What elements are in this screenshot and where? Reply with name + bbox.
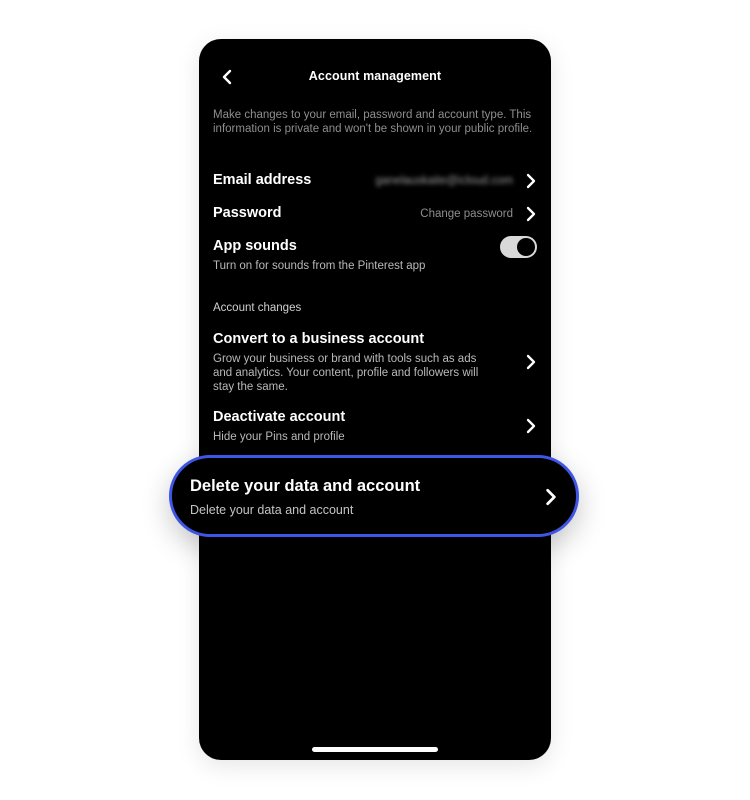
app-sounds-toggle[interactable] [500,236,537,258]
screen: Account management Make changes to your … [0,0,750,800]
convert-business-description: Grow your business or brand with tools s… [213,353,479,393]
change-password-link: Change password [420,208,513,220]
home-indicator [312,747,438,752]
chevron-right-icon [526,354,536,370]
navigation-bar: Account management [199,39,551,115]
chevron-right-icon [526,206,536,222]
convert-business-row[interactable]: Convert to a business account Grow your … [199,329,551,397]
convert-business-label: Convert to a business account [213,331,425,347]
delete-data-account-label: Delete your data and account [190,477,421,495]
email-address-value: ganelauskaite@icloud.com [375,175,513,187]
password-row[interactable]: Password Change password [199,202,551,226]
chevron-right-icon [526,173,536,189]
email-address-label: Email address [213,172,312,188]
delete-data-account-description: Delete your data and account [190,503,354,517]
deactivate-account-label: Deactivate account [213,409,346,425]
chevron-right-icon [546,488,556,506]
account-changes-heading: Account changes [213,302,302,314]
intro-text: Make changes to your email, password and… [213,109,533,135]
deactivate-account-row[interactable]: Deactivate account Hide your Pins and pr… [199,407,551,449]
app-sounds-description: Turn on for sounds from the Pinterest ap… [213,260,426,272]
chevron-right-icon [526,418,536,434]
page-title: Account management [308,69,442,83]
email-address-row[interactable]: Email address ganelauskaite@icloud.com [199,169,551,193]
delete-data-account-row[interactable]: Delete your data and account Delete your… [169,455,579,537]
phone-frame: Account management Make changes to your … [199,39,551,760]
toggle-knob [517,238,535,256]
app-sounds-label: App sounds [213,238,297,254]
app-sounds-row: App sounds Turn on for sounds from the P… [199,236,551,278]
deactivate-account-description: Hide your Pins and profile [213,431,345,443]
password-label: Password [213,205,282,221]
